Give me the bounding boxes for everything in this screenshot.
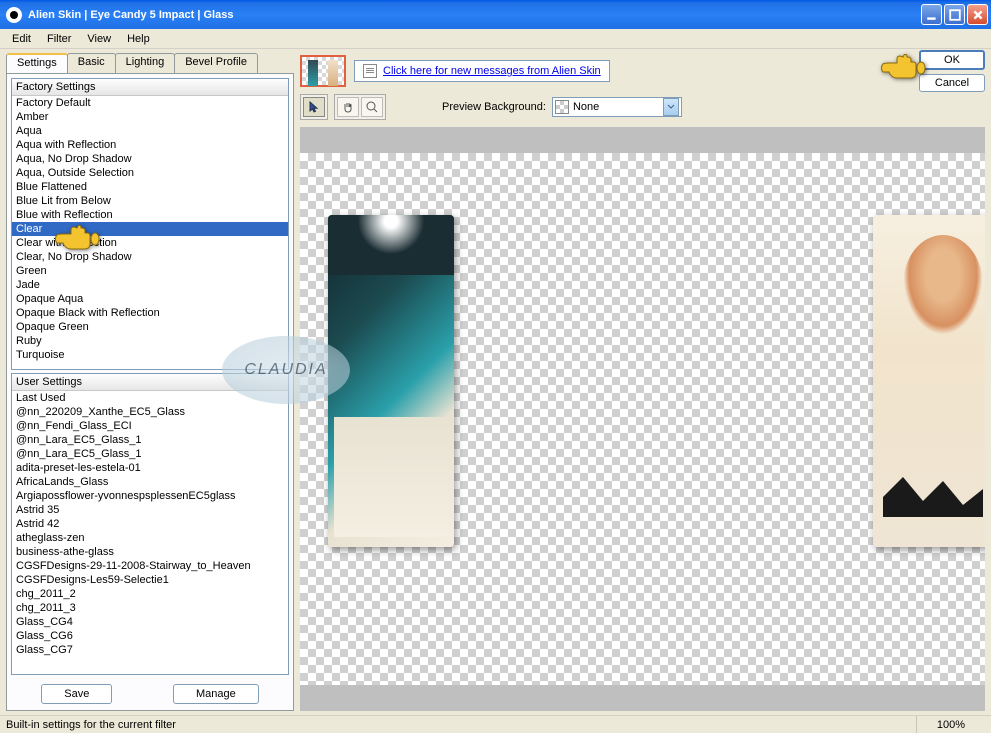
factory-header: Factory Settings [12,79,288,96]
menu-bar: Edit Filter View Help [0,29,991,49]
list-item[interactable]: Glass_CG4 [12,615,288,629]
tab-settings[interactable]: Settings [6,53,68,73]
menu-edit[interactable]: Edit [6,31,37,47]
pointer-tool-icon[interactable] [303,97,325,117]
list-item[interactable]: atheglass-zen [12,531,288,545]
zoom-tool-icon[interactable] [361,97,383,117]
minimize-button[interactable] [921,4,942,25]
message-link[interactable]: Click here for new messages from Alien S… [383,65,601,77]
preview-image-left [328,215,454,547]
list-item[interactable]: Opaque Aqua [12,292,288,306]
list-item[interactable]: Argiapossflower-yvonnespsplessenEC5glass [12,489,288,503]
title-bar: Alien Skin | Eye Candy 5 Impact | Glass [0,0,991,29]
list-item[interactable]: Clear [12,222,288,236]
list-item[interactable]: AfricaLands_Glass [12,475,288,489]
status-bar: Built-in settings for the current filter… [0,715,991,733]
list-item[interactable]: Aqua, No Drop Shadow [12,152,288,166]
list-item[interactable]: Turquoise [12,348,288,362]
list-item[interactable]: Astrid 42 [12,517,288,531]
factory-settings-list[interactable]: Factory Settings Factory DefaultAmberAqu… [11,78,289,370]
list-item[interactable]: Glass_CG6 [12,629,288,643]
cancel-button[interactable]: Cancel [919,74,985,92]
list-item[interactable]: Ruby [12,334,288,348]
maximize-button[interactable] [944,4,965,25]
list-item[interactable]: @nn_Lara_EC5_Glass_1 [12,447,288,461]
list-item[interactable]: Clear with Reflection [12,236,288,250]
list-item[interactable]: CGSFDesigns-Les59-Selectie1 [12,573,288,587]
tab-bevel-profile[interactable]: Bevel Profile [174,53,258,73]
list-item[interactable]: Clear, No Drop Shadow [12,250,288,264]
list-item[interactable]: Last Used [12,391,288,405]
close-button[interactable] [967,4,988,25]
preview-bg-value: None [573,101,599,113]
tab-strip: Settings Basic Lighting Bevel Profile [6,53,294,73]
list-item[interactable]: CGSFDesigns-29-11-2008-Stairway_to_Heave… [12,559,288,573]
preview-bg-select[interactable]: None [552,97,682,117]
list-item[interactable]: Factory Default [12,96,288,110]
list-item[interactable]: Amber [12,110,288,124]
list-item[interactable]: adita-preset-les-estela-01 [12,461,288,475]
preview-bg-label: Preview Background: [442,101,546,113]
list-item[interactable]: Jade [12,278,288,292]
list-item[interactable]: @nn_Fendi_Glass_ECI [12,419,288,433]
list-item[interactable]: Blue with Reflection [12,208,288,222]
list-item[interactable]: @nn_Lara_EC5_Glass_1 [12,433,288,447]
list-item[interactable]: Glass_CG7 [12,643,288,657]
menu-help[interactable]: Help [121,31,156,47]
list-item[interactable]: @nn_220209_Xanthe_EC5_Glass [12,405,288,419]
ok-button[interactable]: OK [919,50,985,70]
list-item[interactable]: Blue Lit from Below [12,194,288,208]
zoom-level: 100% [916,716,985,733]
list-item[interactable]: Astrid 35 [12,503,288,517]
list-item[interactable]: Aqua, Outside Selection [12,166,288,180]
swatch-icon [555,100,569,114]
window-title: Alien Skin | Eye Candy 5 Impact | Glass [28,9,921,21]
pan-tool-icon[interactable] [337,97,359,117]
save-button[interactable]: Save [41,684,112,704]
manage-button[interactable]: Manage [173,684,259,704]
preview-area[interactable] [300,127,985,711]
app-icon [6,7,22,23]
list-item[interactable]: Opaque Green [12,320,288,334]
preview-image-right [873,215,985,547]
list-item[interactable]: Green [12,264,288,278]
menu-view[interactable]: View [81,31,117,47]
tab-basic[interactable]: Basic [67,53,116,73]
list-item[interactable]: business-athe-glass [12,545,288,559]
list-item[interactable]: Aqua [12,124,288,138]
message-icon [363,64,377,78]
status-text: Built-in settings for the current filter [6,719,176,731]
list-item[interactable]: Blue Flattened [12,180,288,194]
chevron-down-icon [663,98,679,116]
list-item[interactable]: Aqua with Reflection [12,138,288,152]
user-header: User Settings [12,374,288,391]
tab-lighting[interactable]: Lighting [115,53,176,73]
menu-filter[interactable]: Filter [41,31,77,47]
user-settings-list[interactable]: User Settings Last Used@nn_220209_Xanthe… [11,373,289,675]
list-item[interactable]: chg_2011_3 [12,601,288,615]
list-item[interactable]: Opaque Black with Reflection [12,306,288,320]
navigator-thumbnail[interactable] [300,55,346,87]
list-item[interactable]: chg_2011_2 [12,587,288,601]
message-box: Click here for new messages from Alien S… [354,60,610,82]
